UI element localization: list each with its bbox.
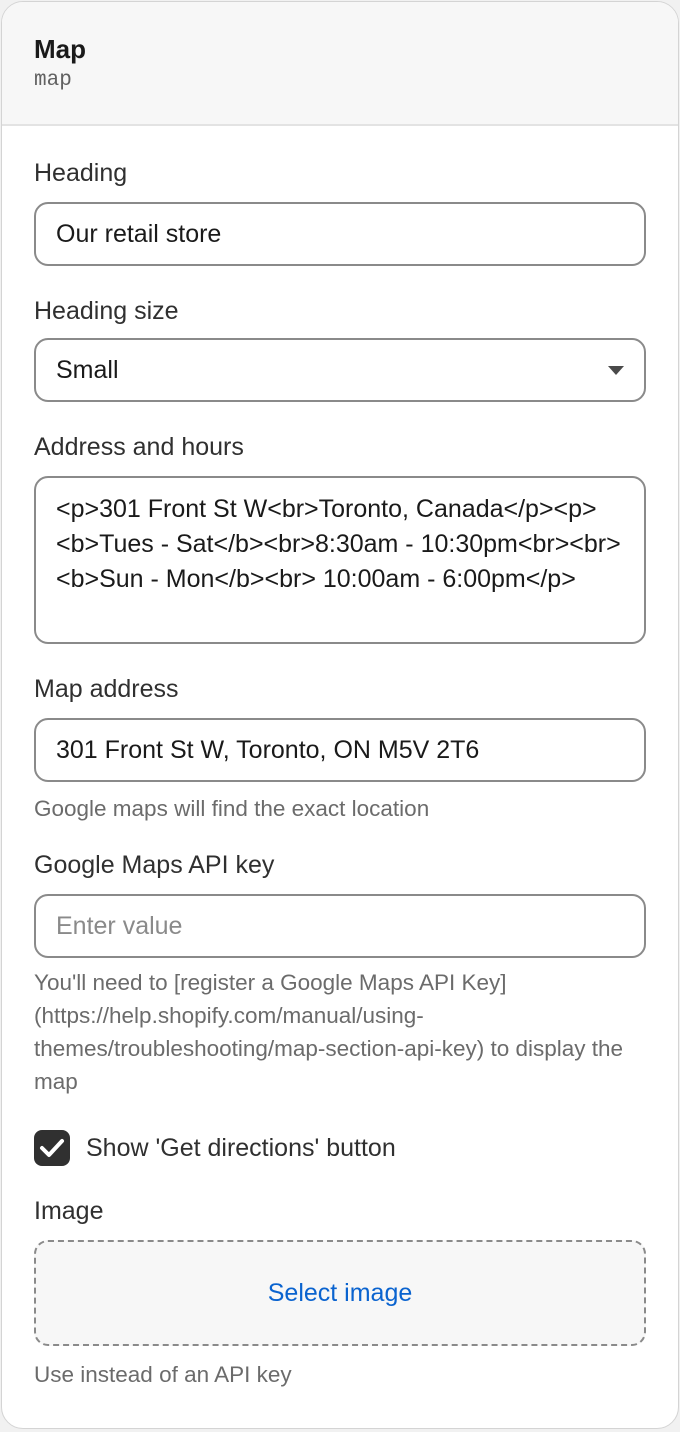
api-key-input[interactable]: Enter value	[34, 894, 646, 958]
settings-panel: Map map Heading Our retail store Heading…	[1, 1, 679, 1429]
image-label: Image	[34, 1197, 104, 1225]
heading-size-field: Heading size Small	[34, 296, 646, 402]
image-field: Image Select image Use instead of an API…	[34, 1196, 646, 1391]
heading-input[interactable]: Our retail store	[34, 202, 646, 266]
chevron-down-icon	[608, 365, 624, 375]
api-key-help: You'll need to [register a Google Maps A…	[34, 970, 624, 1094]
section-handle: map	[34, 69, 72, 92]
checkmark-icon	[40, 1139, 64, 1157]
map-address-label: Map address	[34, 675, 179, 703]
map-address-field: Map address 301 Front St W, Toronto, ON …	[34, 674, 646, 825]
api-key-field: Google Maps API key Enter value You'll n…	[34, 850, 646, 1098]
image-help: Use instead of an API key	[34, 1362, 292, 1387]
address-hours-textarea[interactable]: <p>301 Front St W<br>Toronto, Canada</p>…	[34, 476, 646, 644]
section-title: Map	[34, 34, 86, 64]
panel-body: Heading Our retail store Heading size Sm…	[2, 158, 678, 1391]
api-key-label: Google Maps API key	[34, 851, 275, 879]
heading-size-label: Heading size	[34, 297, 179, 325]
show-directions-label: Show 'Get directions' button	[86, 1133, 396, 1162]
map-address-input[interactable]: 301 Front St W, Toronto, ON M5V 2T6	[34, 718, 646, 782]
show-directions-row[interactable]: Show 'Get directions' button	[34, 1130, 646, 1166]
heading-size-value: Small	[56, 355, 119, 384]
address-hours-field: Address and hours <p>301 Front St W<br>T…	[34, 432, 646, 644]
map-address-help: Google maps will find the exact location	[34, 796, 430, 821]
heading-label: Heading	[34, 159, 128, 187]
select-image-button[interactable]: Select image	[268, 1279, 413, 1308]
image-picker[interactable]: Select image	[34, 1240, 646, 1346]
address-hours-label: Address and hours	[34, 433, 244, 461]
show-directions-checkbox[interactable]	[34, 1130, 70, 1166]
heading-field: Heading Our retail store	[34, 158, 646, 266]
heading-size-select[interactable]: Small	[34, 338, 646, 402]
panel-header: Map map	[2, 2, 678, 126]
